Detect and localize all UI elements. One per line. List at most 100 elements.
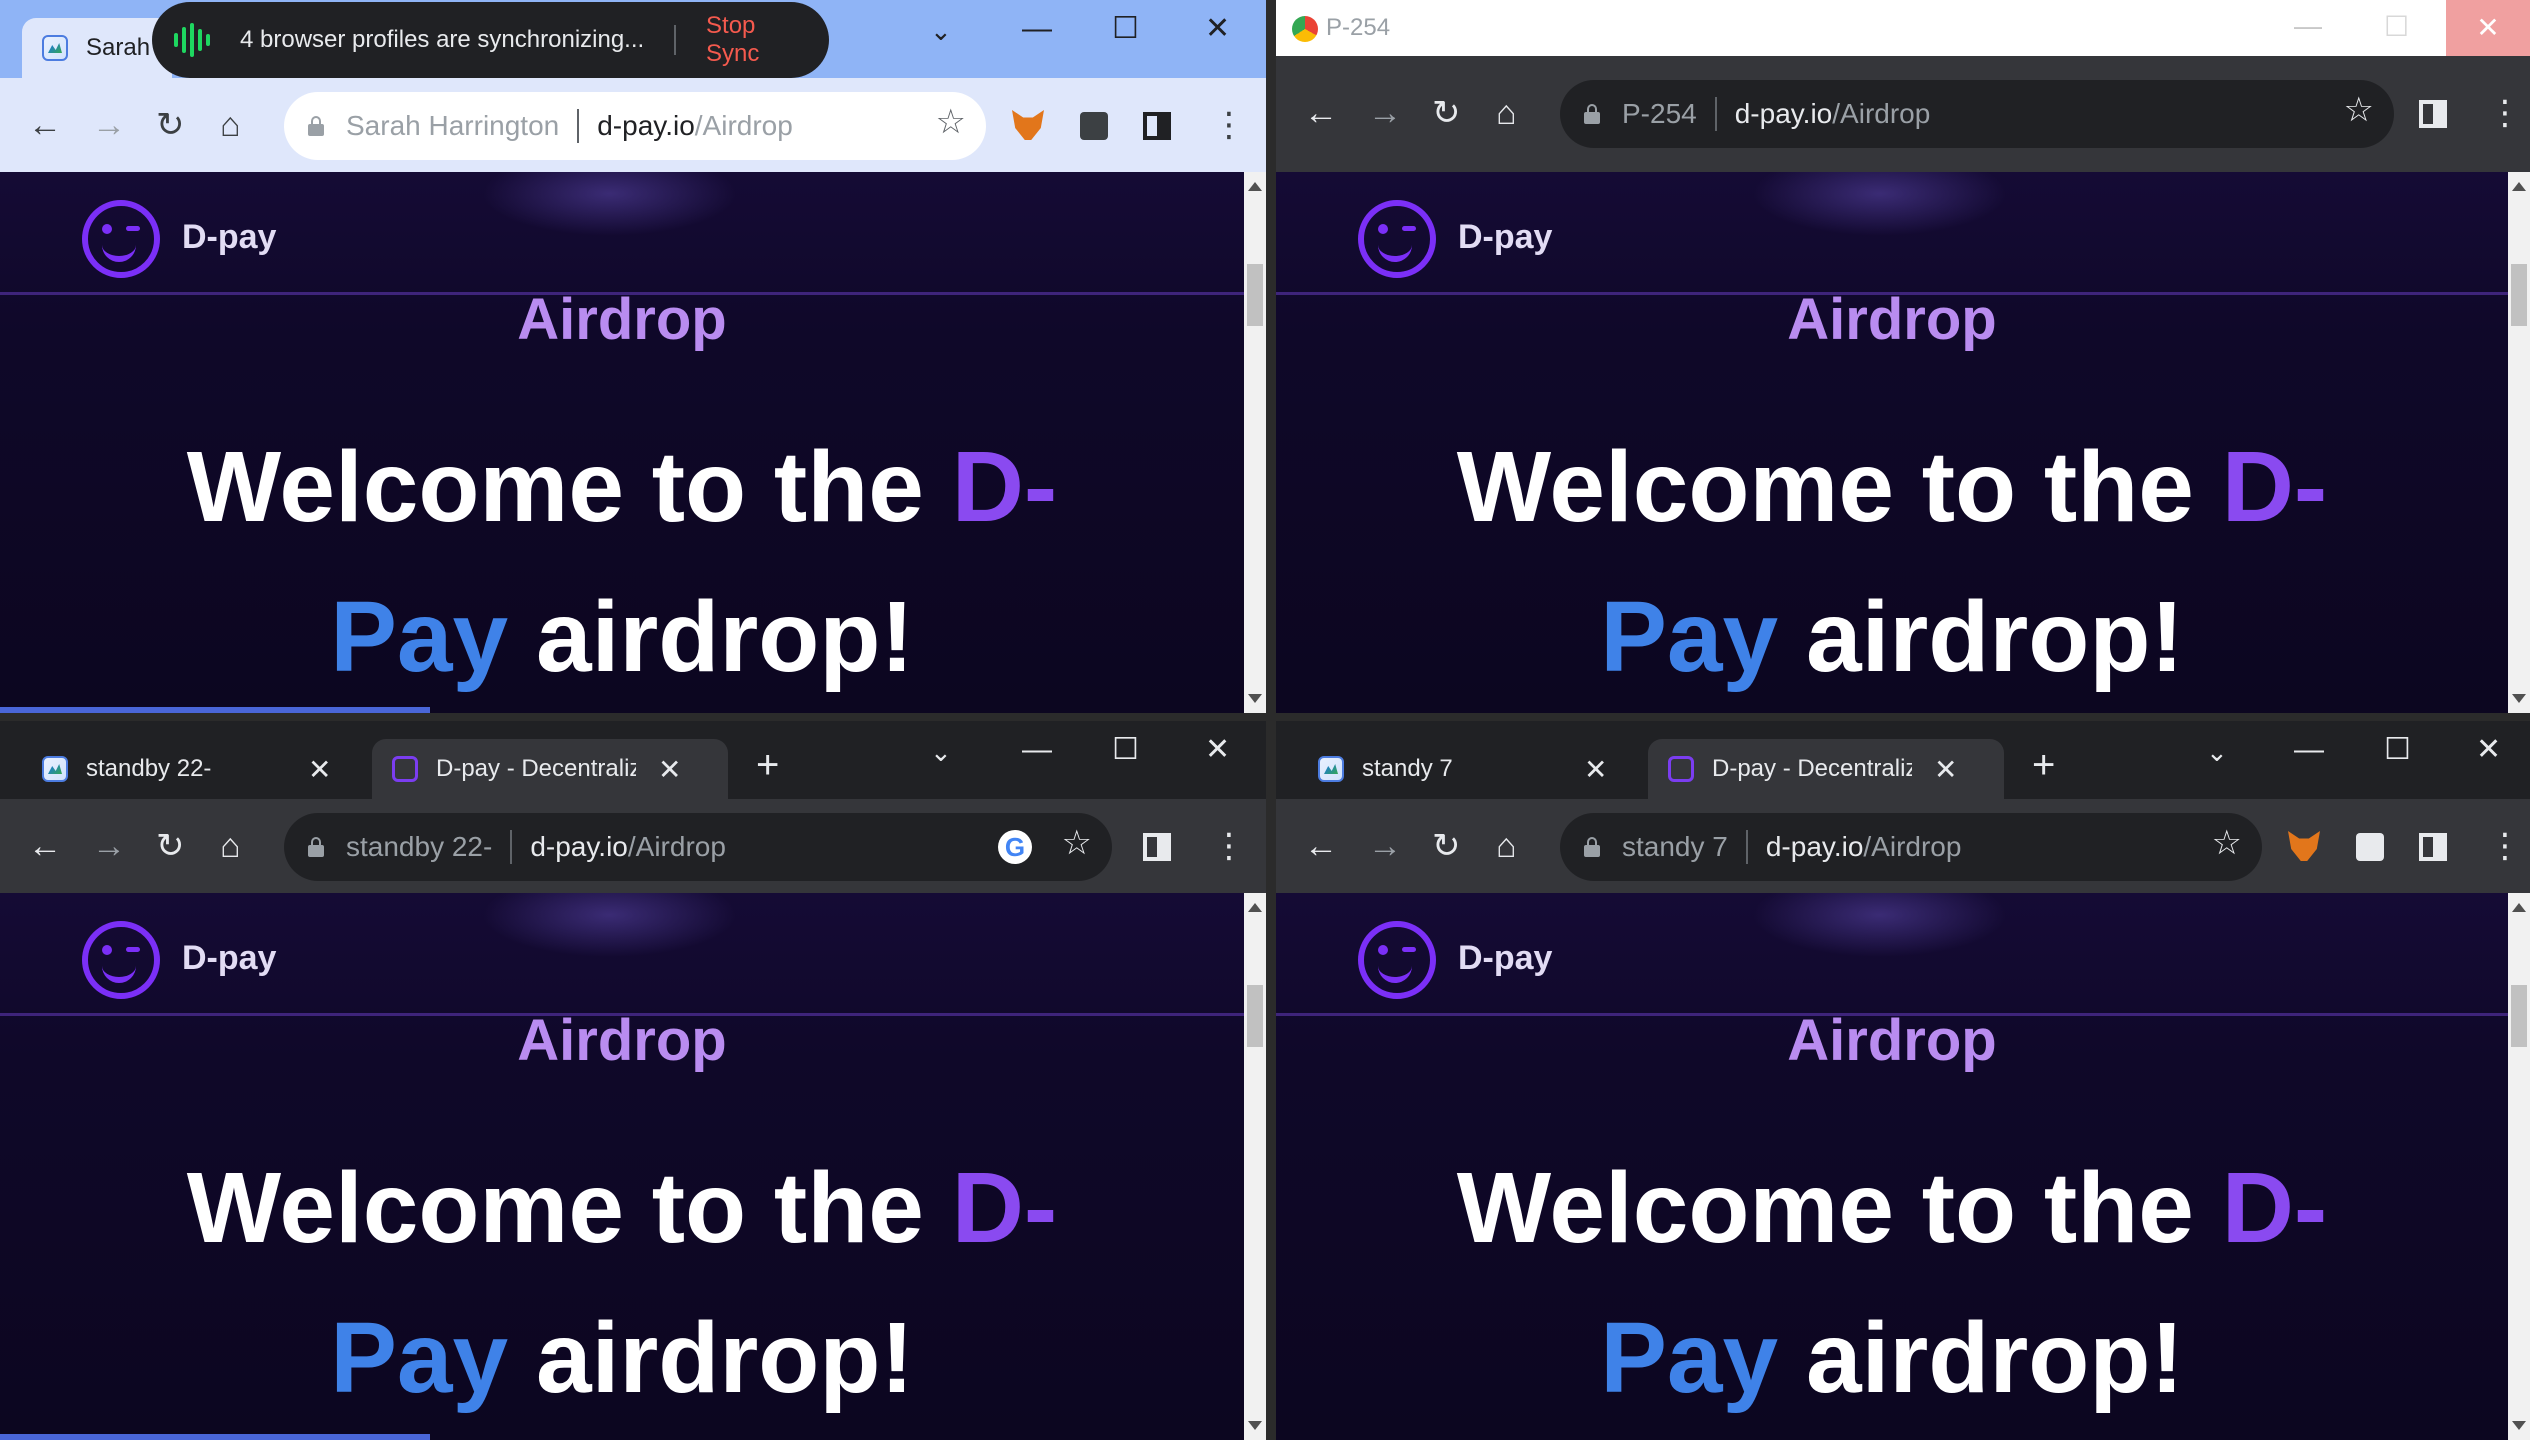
home-button[interactable]: ⌂ — [1496, 823, 1517, 869]
scrollbar[interactable] — [1244, 172, 1266, 713]
scroll-thumb[interactable] — [2511, 264, 2527, 326]
tab-title: standby 22- — [86, 755, 212, 782]
dpay-favicon-icon — [1668, 756, 1694, 782]
close-window-button[interactable]: ✕ — [1205, 14, 1230, 44]
brand-name[interactable]: D-pay — [182, 939, 276, 978]
home-button[interactable]: ⌂ — [1496, 90, 1517, 136]
menu-button[interactable]: ⋮ — [2488, 823, 2522, 869]
scrollbar[interactable] — [1244, 893, 1266, 1440]
metamask-fox-icon[interactable] — [2288, 831, 2320, 861]
new-tab-button[interactable]: + — [2032, 745, 2055, 785]
scrollbar[interactable] — [2508, 172, 2530, 713]
url-domain: d-pay.io — [597, 110, 695, 141]
scroll-up-arrow-icon[interactable] — [1248, 182, 1262, 191]
close-tab-icon[interactable]: ✕ — [308, 753, 331, 786]
close-window-button[interactable]: ✕ — [1205, 735, 1230, 765]
brand-name[interactable]: D-pay — [1458, 218, 1552, 257]
minimize-button[interactable]: — — [2294, 10, 2322, 42]
dpay-logo-icon[interactable] — [1358, 921, 1436, 999]
minimize-button[interactable]: — — [1022, 14, 1052, 44]
address-bar[interactable]: standby 22- d-pay.io/Airdrop G ☆ — [284, 813, 1112, 881]
bookmark-star-icon[interactable]: ☆ — [2212, 823, 2242, 863]
extensions-puzzle-icon[interactable] — [2356, 833, 2384, 861]
reload-button[interactable]: ↻ — [156, 823, 185, 869]
address-bar[interactable]: Sarah Harrington d-pay.io/Airdrop ☆ — [284, 92, 986, 160]
tab-strip: standby 22- ✕ D-pay - Decentralize ✕ + ⌄… — [0, 721, 1266, 799]
back-button[interactable]: ← — [1304, 90, 1338, 136]
extensions-puzzle-icon[interactable] — [1080, 112, 1108, 140]
scrollbar[interactable] — [2508, 893, 2530, 1440]
dpay-logo-icon[interactable] — [82, 200, 160, 278]
menu-button[interactable]: ⋮ — [1212, 823, 1246, 869]
maximize-button[interactable]: ☐ — [1112, 735, 1139, 765]
welcome-text: Welcome to the — [1456, 431, 2194, 543]
forward-button[interactable]: → — [1368, 823, 1402, 869]
page-content: D-pay Airdrop Welcome to the D- Pay aird… — [1276, 893, 2508, 1440]
stop-sync-button[interactable]: Stop Sync — [706, 12, 807, 68]
window-titlebar: P-254 — ☐ ✕ — [1276, 0, 2530, 56]
close-window-button[interactable]: ✕ — [2476, 735, 2501, 765]
scroll-thumb[interactable] — [1247, 985, 1263, 1047]
reload-button[interactable]: ↻ — [156, 102, 185, 148]
side-panel-icon[interactable] — [1143, 833, 1171, 861]
menu-button[interactable]: ⋮ — [2488, 90, 2522, 136]
tab-standby[interactable]: standby 22- ✕ — [22, 739, 362, 799]
dpay-logo-icon[interactable] — [1358, 200, 1436, 278]
side-panel-icon[interactable] — [2419, 833, 2447, 861]
home-button[interactable]: ⌂ — [220, 823, 241, 869]
metamask-fox-icon[interactable] — [1012, 110, 1044, 140]
back-button[interactable]: ← — [28, 823, 62, 869]
bookmark-star-icon[interactable]: ☆ — [2344, 90, 2374, 130]
scroll-thumb[interactable] — [1247, 264, 1263, 326]
dpay-logo-icon[interactable] — [82, 921, 160, 999]
minimize-button[interactable]: — — [2294, 735, 2324, 765]
scroll-down-arrow-icon[interactable] — [2512, 1421, 2526, 1430]
welcome-text: Welcome to the — [186, 431, 924, 543]
forward-button[interactable]: → — [92, 102, 126, 148]
address-bar[interactable]: P-254 d-pay.io/Airdrop ☆ — [1560, 80, 2394, 148]
side-panel-icon[interactable] — [1143, 112, 1171, 140]
reload-button[interactable]: ↻ — [1432, 823, 1461, 869]
tab-dpay[interactable]: D-pay - Decentralize ✕ — [1648, 739, 2004, 799]
maximize-button[interactable]: ☐ — [1112, 14, 1139, 44]
address-bar[interactable]: standy 7 d-pay.io/Airdrop ☆ — [1560, 813, 2262, 881]
brand-name[interactable]: D-pay — [1458, 939, 1552, 978]
maximize-button[interactable]: ☐ — [2384, 10, 2409, 43]
scroll-up-arrow-icon[interactable] — [1248, 903, 1262, 912]
scroll-down-arrow-icon[interactable] — [1248, 694, 1262, 703]
home-button[interactable]: ⌂ — [220, 102, 241, 148]
reload-button[interactable]: ↻ — [1432, 90, 1461, 136]
scroll-up-arrow-icon[interactable] — [2512, 903, 2526, 912]
menu-button[interactable]: ⋮ — [1212, 102, 1246, 148]
minimize-button[interactable]: — — [1022, 735, 1052, 765]
tab-search-chevron-icon[interactable]: ⌄ — [930, 739, 952, 765]
url-domain: d-pay.io — [1734, 98, 1833, 129]
url-path: /Airdrop — [694, 110, 793, 141]
maximize-button[interactable]: ☐ — [2384, 735, 2411, 765]
google-lens-icon[interactable]: G — [998, 830, 1032, 864]
close-tab-icon[interactable]: ✕ — [658, 753, 681, 786]
back-button[interactable]: ← — [28, 102, 62, 148]
close-tab-icon[interactable]: ✕ — [1934, 753, 1957, 786]
brand-name[interactable]: D-pay — [182, 218, 276, 257]
scroll-up-arrow-icon[interactable] — [2512, 182, 2526, 191]
close-window-button[interactable]: ✕ — [2446, 0, 2530, 56]
tab-dpay[interactable]: D-pay - Decentralize ✕ — [372, 739, 728, 799]
bookmark-star-icon[interactable]: ☆ — [1062, 823, 1092, 863]
back-button[interactable]: ← — [1304, 823, 1338, 869]
load-progress-bar — [0, 1434, 430, 1440]
scroll-thumb[interactable] — [2511, 985, 2527, 1047]
forward-button[interactable]: → — [92, 823, 126, 869]
tab-profile[interactable]: Sarah — [22, 18, 172, 78]
scroll-down-arrow-icon[interactable] — [1248, 1421, 1262, 1430]
tab-search-chevron-icon[interactable]: ⌄ — [930, 18, 952, 44]
close-tab-icon[interactable]: ✕ — [1584, 753, 1607, 786]
tab-standy[interactable]: standy 7 ✕ — [1298, 739, 1638, 799]
sync-message: 4 browser profiles are synchronizing... — [240, 26, 645, 53]
tab-search-chevron-icon[interactable]: ⌄ — [2206, 739, 2228, 765]
forward-button[interactable]: → — [1368, 90, 1402, 136]
scroll-down-arrow-icon[interactable] — [2512, 694, 2526, 703]
bookmark-star-icon[interactable]: ☆ — [936, 102, 966, 142]
side-panel-icon[interactable] — [2419, 100, 2447, 128]
new-tab-button[interactable]: + — [756, 745, 779, 785]
